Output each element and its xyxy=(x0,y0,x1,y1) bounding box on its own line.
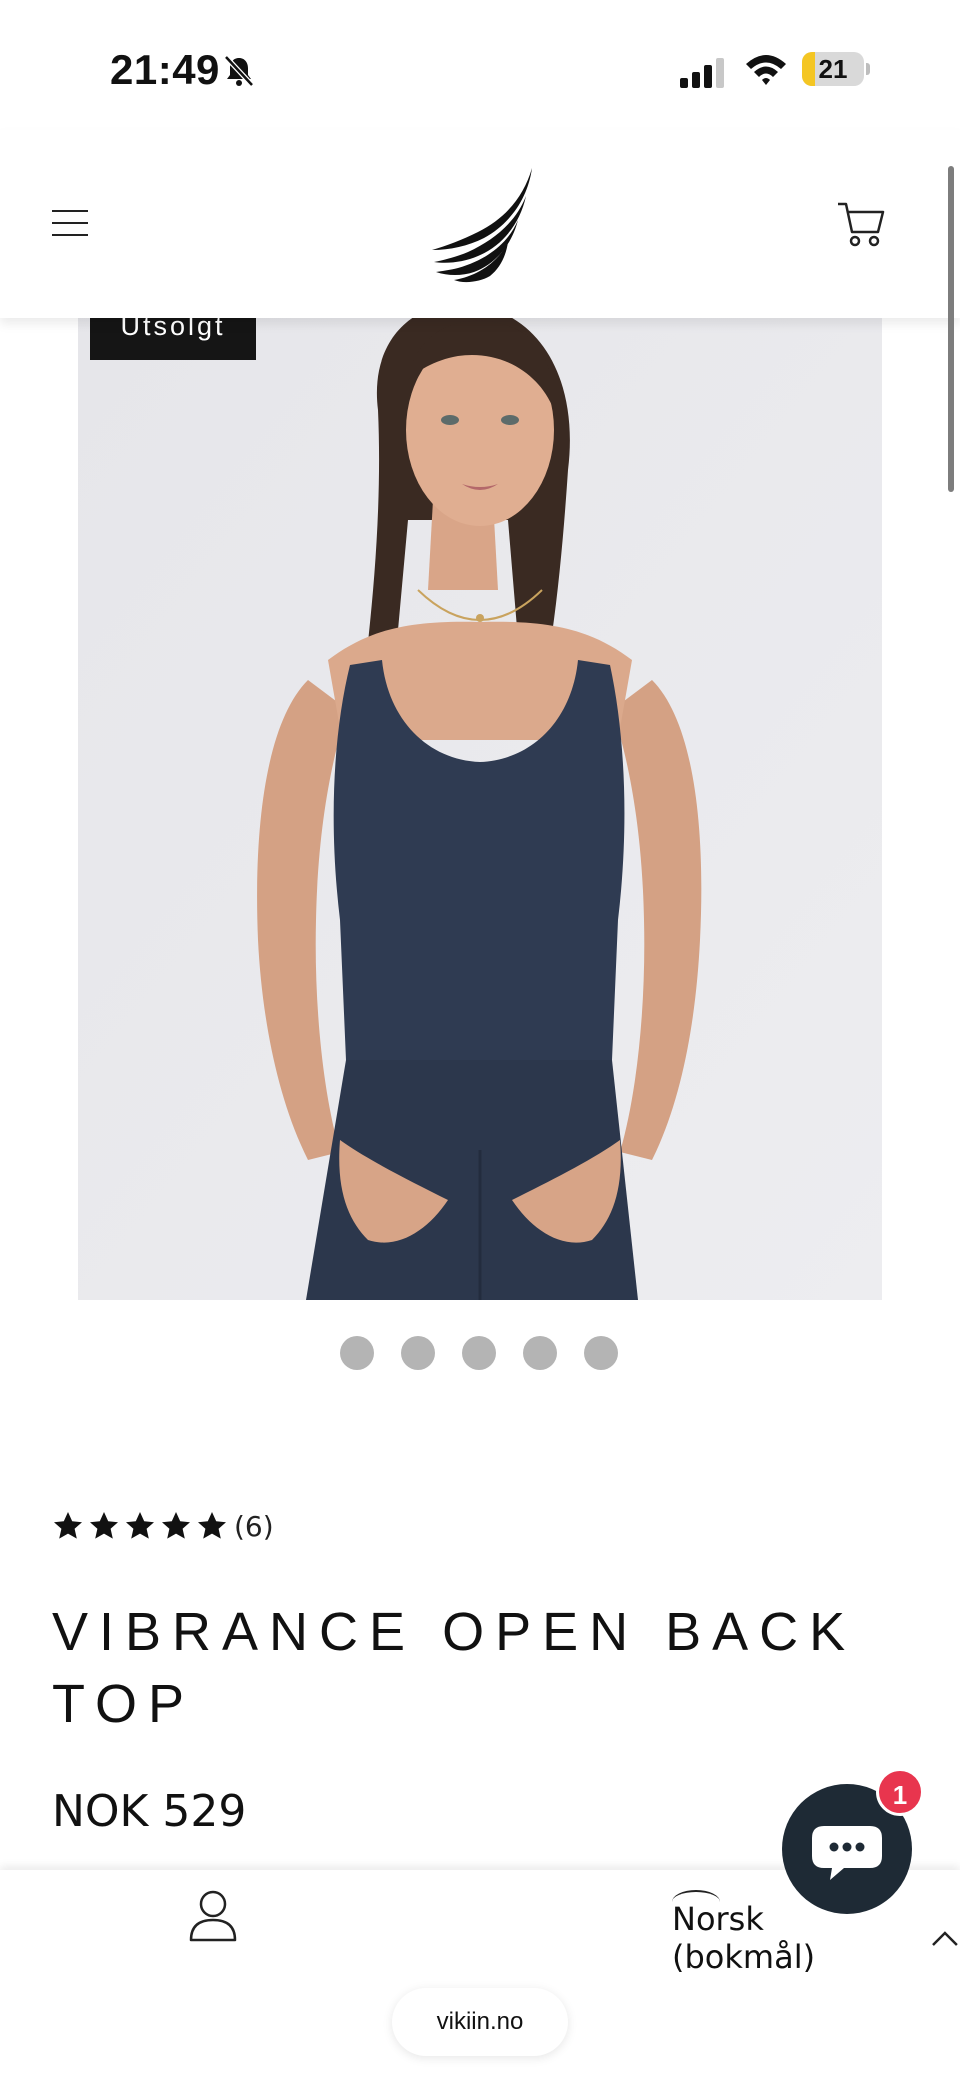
shopping-cart-icon[interactable] xyxy=(836,200,886,248)
star-icon xyxy=(126,1512,154,1539)
status-time: 21:49 xyxy=(110,46,220,93)
product-rating[interactable]: (6) xyxy=(52,1508,274,1544)
wifi-icon xyxy=(746,55,786,85)
product-title: VIBRANCE OPEN BACK TOP xyxy=(52,1602,857,1734)
star-icon xyxy=(54,1512,82,1539)
site-header xyxy=(0,130,960,318)
wing-logo[interactable] xyxy=(428,166,538,284)
browser-url-pill[interactable]: vikiin.no xyxy=(392,1988,568,2056)
rating-stars xyxy=(52,1510,232,1542)
language-selector[interactable]: Norsk (bokmål) xyxy=(672,1900,960,1976)
review-count: (6) xyxy=(234,1509,274,1543)
status-bar: 21:49 21 xyxy=(0,0,960,130)
image-dot[interactable] xyxy=(462,1336,496,1370)
image-dot[interactable] xyxy=(340,1336,374,1370)
star-icon xyxy=(162,1512,190,1539)
bell-slash-icon xyxy=(224,55,254,87)
image-dot[interactable] xyxy=(584,1336,618,1370)
page-scrollbar[interactable] xyxy=(948,166,954,492)
battery-icon: 21 xyxy=(802,52,870,86)
battery-level: 21 xyxy=(818,54,848,84)
star-icon xyxy=(90,1512,118,1539)
image-dot[interactable] xyxy=(401,1336,435,1370)
account-icon[interactable] xyxy=(188,1888,238,1942)
chevron-up-icon xyxy=(932,1931,958,1946)
product-price: NOK 529 xyxy=(52,1786,247,1837)
product-image[interactable] xyxy=(78,300,882,1300)
product-photo xyxy=(78,300,882,1300)
chat-notification-badge: 1 xyxy=(876,1768,924,1816)
image-dot[interactable] xyxy=(523,1336,557,1370)
image-pagination xyxy=(340,1336,620,1370)
star-icon xyxy=(198,1512,226,1539)
cellular-signal-icon xyxy=(680,58,724,88)
hamburger-menu-icon[interactable] xyxy=(48,206,92,240)
